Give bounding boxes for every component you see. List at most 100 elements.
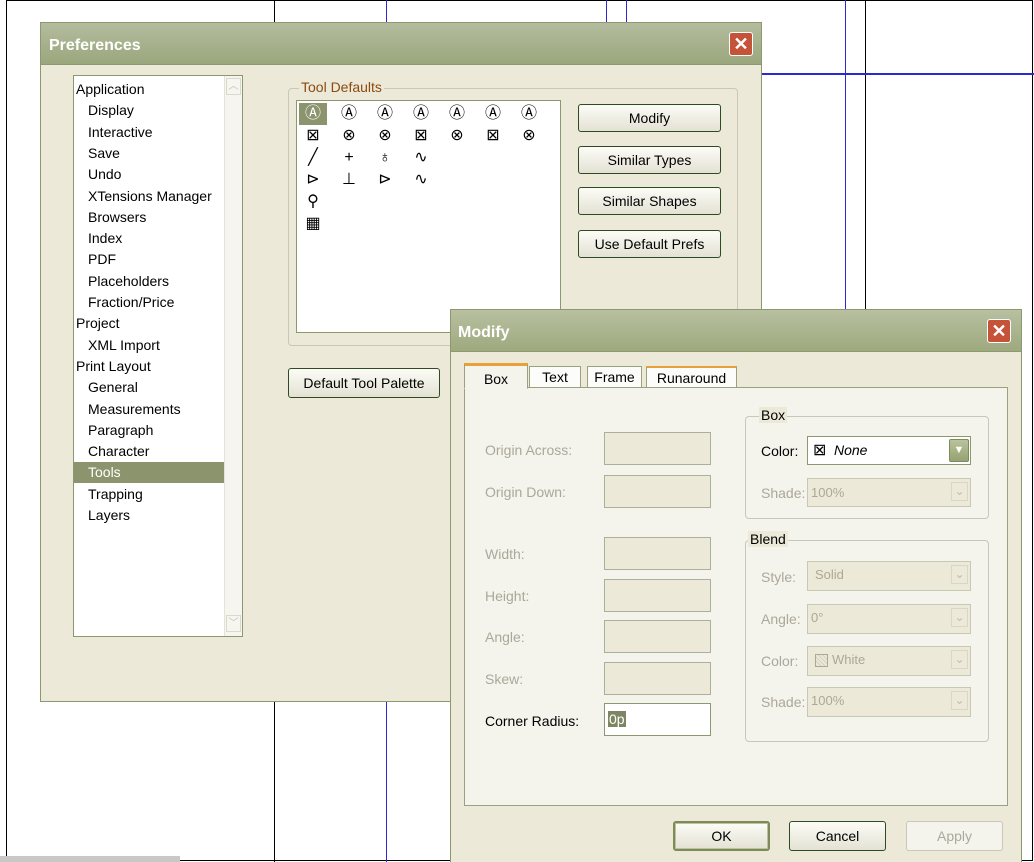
freehand-line-icon[interactable]: ∿ (411, 148, 431, 168)
category-item[interactable]: Fraction/Price (74, 292, 238, 313)
category-item[interactable]: Undo (74, 164, 238, 185)
category-item[interactable]: Tools (74, 462, 238, 484)
default-tool-palette-button[interactable]: Default Tool Palette (288, 368, 440, 398)
blend-shade-select[interactable]: 100% ⌄ (807, 687, 971, 717)
blend-style-select[interactable]: Solid ⌄ (807, 561, 971, 591)
bezier-line-icon[interactable]: ♁ (375, 148, 395, 168)
picture-box-rounded-icon[interactable]: ⊗ (339, 126, 359, 146)
category-item[interactable]: Project (74, 313, 226, 334)
box-color-select[interactable]: ⊠ None ▼ (807, 436, 971, 465)
category-item[interactable]: Interactive (74, 122, 238, 143)
picture-box-oval-icon[interactable]: ⊗ (447, 126, 467, 146)
close-button[interactable]: ✕ (987, 319, 1011, 343)
table-icon[interactable]: ▦ (303, 214, 323, 234)
apply-button[interactable]: Apply (906, 821, 1003, 851)
line-icon[interactable]: ╱ (303, 148, 323, 168)
category-item[interactable]: Character (74, 441, 238, 462)
category-item[interactable]: Display (74, 100, 238, 121)
blend-color-select[interactable]: White ⌄ (807, 646, 971, 676)
picture-box-icon[interactable]: ⊠ (303, 126, 323, 146)
category-item[interactable]: XTensions Manager (74, 186, 238, 207)
text-path-icon[interactable]: ⊳ (303, 170, 323, 190)
ok-button[interactable]: OK (673, 821, 770, 851)
close-button[interactable]: ✕ (729, 32, 753, 56)
corner-radius-field[interactable]: 0p (604, 703, 711, 736)
preferences-titlebar: Preferences ✕ (41, 23, 761, 65)
cancel-button[interactable]: Cancel (789, 821, 886, 851)
category-item[interactable]: Print Layout (74, 356, 226, 377)
chevron-down-icon: ⌄ (954, 567, 965, 581)
scroll-down-button[interactable]: ﹀ (226, 615, 241, 632)
modify-tool-button[interactable]: Modify (578, 104, 721, 132)
dropdown-arrow-button[interactable]: ▼ (949, 439, 969, 462)
orthogonal-text-path-icon[interactable]: ⊥ (339, 170, 359, 190)
skew-field[interactable] (604, 662, 711, 695)
category-item[interactable]: PDF (74, 249, 238, 270)
text-box-freehand-icon[interactable]: Ⓐ (519, 104, 539, 124)
height-field[interactable] (604, 579, 711, 612)
similar-types-button[interactable]: Similar Types (578, 146, 721, 174)
scroll-up-button[interactable]: ︿ (226, 78, 241, 95)
category-item[interactable]: Placeholders (74, 271, 238, 292)
chevron-up-icon: ︿ (228, 81, 239, 92)
text-box-oval-icon[interactable]: Ⓐ (447, 104, 467, 124)
box-shade-select[interactable]: 100% ⌄ (807, 478, 971, 507)
orthogonal-line-icon[interactable]: + (339, 148, 359, 168)
dropdown-arrow-button[interactable]: ⌄ (951, 608, 968, 627)
picture-box-bezier-icon[interactable]: ⊠ (483, 126, 503, 146)
dropdown-arrow-button[interactable]: ⌄ (951, 482, 968, 501)
category-item[interactable]: Browsers (74, 207, 238, 228)
white-swatch-icon (815, 654, 828, 668)
bezier-text-path-icon[interactable]: ⊳ (375, 170, 395, 190)
category-item[interactable]: XML Import (74, 335, 238, 356)
origin-across-label: Origin Across: (485, 442, 573, 458)
angle-field[interactable] (604, 620, 711, 653)
similar-shapes-button[interactable]: Similar Shapes (578, 187, 721, 215)
modify-title: Modify (458, 324, 510, 341)
modify-titlebar: Modify ✕ (451, 310, 1021, 352)
preferences-category-list[interactable]: Application Display Interactive Save Undo XTe… (73, 75, 243, 637)
text-box-concave-icon[interactable]: Ⓐ (411, 104, 431, 124)
chevron-down-icon: ⌄ (954, 484, 965, 498)
text-box-beveled-icon[interactable]: Ⓐ (375, 104, 395, 124)
use-default-prefs-button[interactable]: Use Default Prefs (578, 230, 721, 258)
list-scrollbar[interactable]: ︿ ﹀ (224, 76, 242, 636)
preferences-title: Preferences (49, 37, 141, 54)
dropdown-arrow-button[interactable]: ⌄ (951, 565, 968, 584)
none-swatch-icon: ⊠ (813, 442, 827, 459)
category-item[interactable]: Application (74, 79, 226, 100)
text-box-icon[interactable]: Ⓐ (303, 104, 323, 124)
tab-box[interactable]: Box (464, 363, 528, 389)
category-item[interactable]: General (74, 377, 238, 398)
category-item[interactable]: Trapping (74, 484, 238, 505)
dropdown-arrow-button[interactable]: ⌄ (951, 691, 968, 710)
picture-box-freehand-icon[interactable]: ⊗ (519, 126, 539, 146)
picture-box-concave-icon[interactable]: ⊠ (411, 126, 431, 146)
category-item[interactable]: Paragraph (74, 420, 238, 441)
tab-runaround[interactable]: Runaround (646, 366, 737, 387)
blend-shade-label: Shade: (761, 694, 806, 710)
origin-across-field[interactable] (604, 432, 711, 465)
category-item[interactable]: Save (74, 143, 238, 164)
picture-box-beveled-icon[interactable]: ⊗ (375, 126, 395, 146)
origin-down-field[interactable] (604, 475, 711, 508)
box-shade-label: Shade: (761, 485, 806, 501)
blend-color-value: White (832, 652, 866, 667)
blend-angle-label: Angle: (761, 611, 801, 627)
text-box-bezier-icon[interactable]: Ⓐ (483, 104, 503, 124)
blend-angle-select[interactable]: 0° ⌄ (807, 604, 971, 634)
width-field[interactable] (604, 537, 711, 570)
category-item[interactable]: Layers (74, 505, 238, 526)
zoom-icon[interactable]: ⚲ (303, 192, 323, 212)
dropdown-arrow-button[interactable]: ⌄ (951, 650, 968, 669)
text-box-rounded-icon[interactable]: Ⓐ (339, 104, 359, 124)
chevron-down-icon: ▼ (953, 444, 965, 456)
category-item[interactable]: Measurements (74, 399, 238, 420)
category-item[interactable]: Index (74, 228, 238, 249)
blend-shade-value: 100% (811, 693, 845, 708)
tab-text[interactable]: Text (529, 366, 581, 387)
freehand-text-path-icon[interactable]: ∿ (411, 170, 431, 190)
tool-list[interactable]: Ⓐ Ⓐ Ⓐ Ⓐ Ⓐ Ⓐ Ⓐ ⊠ ⊗ ⊗ ⊠ ⊗ ⊠ ⊗ ╱ + ♁ ∿ ⊳ ⊥ ⊳ ∿ ⚲ ▦ (296, 100, 561, 333)
tab-frame[interactable]: Frame (587, 366, 642, 387)
box-group-label: Box (759, 407, 788, 423)
